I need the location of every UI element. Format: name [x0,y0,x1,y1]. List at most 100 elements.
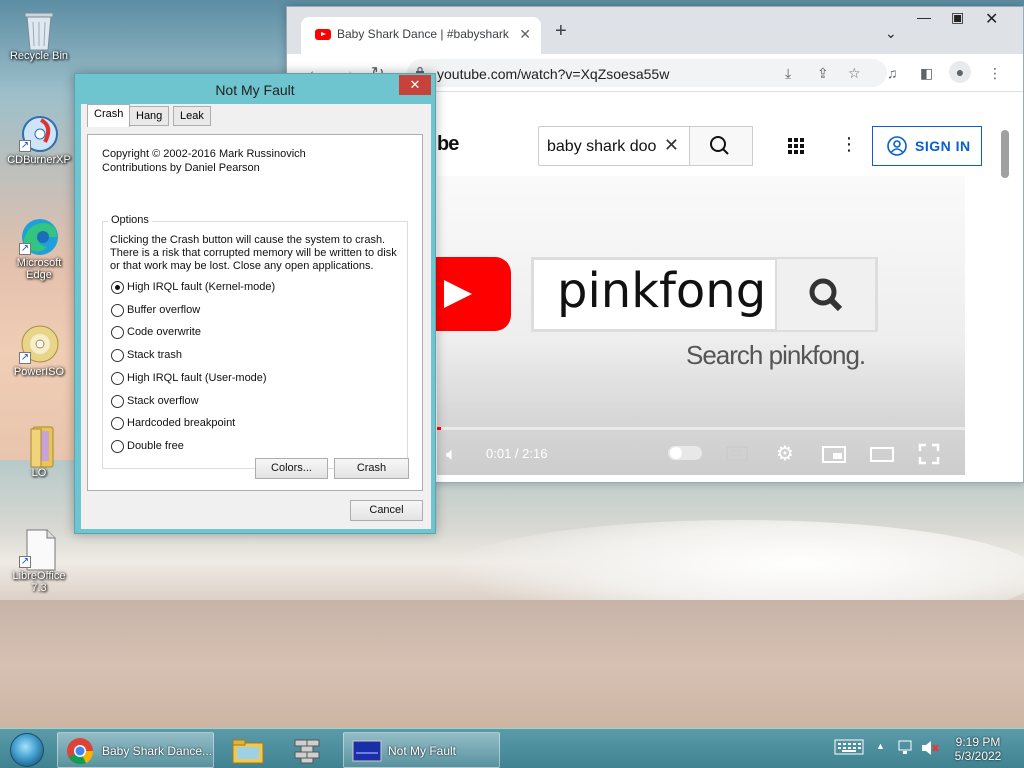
video-progress-bar[interactable] [437,427,965,430]
description-line-2: There is a risk that corrupted memory wi… [110,247,397,259]
autoplay-toggle-knob [670,447,682,459]
taskbar-item-app[interactable] [282,732,338,768]
video-progress-fill [437,427,442,430]
folder-icon [19,425,59,468]
youtube-search-button[interactable] [689,126,753,166]
maximize-icon[interactable]: ▣ [951,9,964,26]
bookmark-star-icon[interactable]: ☆ [848,65,861,82]
share-icon[interactable]: ⇪ [817,65,829,82]
taskbar-item-label: Baby Shark Dance... [102,744,213,758]
browser-tab[interactable]: Baby Shark Dance | #babyshark ✕ [301,17,541,54]
edge-icon: ↗ [19,215,59,255]
minimize-icon[interactable]: — [917,9,931,25]
tab-leak[interactable]: Leak [173,106,211,126]
desktop-icon-label: LibreOffice 7.3 [12,570,66,594]
taskbar-item-chrome[interactable]: Baby Shark Dance... [57,732,214,768]
clear-search-icon[interactable]: ✕ [664,135,679,156]
file-explorer-icon [232,739,264,764]
close-tab-icon[interactable]: ✕ [519,26,531,43]
desktop-icon-lo[interactable]: LO [3,425,75,479]
radio-dot [111,417,124,430]
sign-in-label: SIGN IN [915,138,971,154]
browser-tab-strip: Baby Shark Dance | #babyshark ✕ + ⌄ — ▣ … [287,7,1023,54]
youtube-play-logo-icon [436,257,511,331]
radio-dot [111,326,124,339]
taskbar-item-file-explorer[interactable] [220,732,276,768]
taskbar: Baby Shark Dance... Not My Fault ▲ 9:19 … [0,728,1024,768]
search-icon [710,136,729,155]
apps-grid-icon[interactable] [788,138,804,157]
copyright-text: Copyright © 2002-2016 Mark Russinovich [102,148,306,160]
desktop-icon-label: Microsoft Edge [16,257,62,281]
side-panel-icon[interactable]: ◧ [920,65,933,82]
close-dialog-icon[interactable]: ✕ [399,75,431,95]
libreoffice-icon: ↗ [19,528,59,571]
description-line-3: or that work may be lost. Close any open… [110,260,374,272]
clock-time: 9:19 PM [955,735,1001,749]
radio-dot [111,372,124,385]
network-icon[interactable] [897,739,915,760]
miniplayer-icon[interactable] [822,446,846,463]
youtube-logo-fragment[interactable]: be [437,133,459,156]
desktop-icon-poweriso[interactable]: ↗ PowerISO [3,324,75,378]
start-button[interactable] [10,733,44,767]
tab-hang[interactable]: Hang [129,106,170,126]
browser-menu-icon[interactable]: ⋮ [988,65,1002,82]
options-label: Options [108,214,152,226]
radio-dot [111,304,124,317]
crash-tab-panel: Copyright © 2002-2016 Mark Russinovich C… [87,134,423,491]
autoplay-toggle[interactable] [668,446,702,460]
tab-search-chevron-down-icon[interactable]: ⌄ [885,25,897,42]
youtube-search-input[interactable]: baby shark doo ✕ [538,126,690,166]
browser-tab-title: Baby Shark Dance | #babyshark [337,27,509,41]
profile-avatar-icon[interactable]: ● [949,61,971,83]
sign-in-button[interactable]: SIGN IN [872,126,982,166]
desktop-icon-libreoffice[interactable]: ↗ LibreOffice 7.3 [3,528,75,594]
pinkfong-text: pinkfong [557,263,767,319]
system-clock[interactable]: 9:19 PM 5/3/2022 [950,735,1006,763]
desktop-icon-recycle-bin[interactable]: Recycle Bin [3,8,75,62]
colors-button[interactable]: Colors... [255,458,328,479]
settings-more-icon[interactable]: ⋮ [840,134,858,155]
clock-date: 5/3/2022 [954,749,1002,763]
url-text[interactable]: youtube.com/watch?v=XqZsoesa55w [437,66,669,82]
install-app-icon[interactable]: ⤓ [785,65,791,82]
cdburnerxp-icon: ↗ [19,112,59,152]
chrome-icon [67,738,94,765]
captions-icon[interactable]: CC [726,446,748,461]
crash-button[interactable]: Crash [334,458,409,479]
pinkfong-search-button [775,259,875,330]
theater-mode-icon[interactable] [870,447,894,462]
description-line-1: Clicking the Crash button will cause the… [110,234,386,246]
media-controls-icon[interactable]: ♫ [887,65,898,81]
radio-dot [111,395,124,408]
show-hidden-icons-chevron-up-icon[interactable]: ▲ [876,741,885,751]
shortcut-arrow-icon: ↗ [19,243,31,255]
pinkfong-subtitle: Search pinkfong. [686,340,866,370]
youtube-search-value: baby shark doo [547,138,657,155]
settings-gear-icon[interactable]: ⚙ [776,441,794,466]
volume-muted-icon[interactable] [920,739,940,760]
dialog-client-area: Crash Hang Leak Copyright © 2002-2016 Ma… [81,104,431,529]
volume-icon[interactable]: 🔈︎ [446,444,457,465]
desktop-wallpaper-sand [0,600,1024,730]
touch-keyboard-icon[interactable] [834,739,864,758]
brick-wall-icon [294,739,320,764]
search-icon [809,278,843,312]
shortcut-arrow-icon: ↗ [19,352,31,364]
radio-dot [111,349,124,362]
desktop-icon-cdburnerxp[interactable]: ↗ CDBurnerXP [3,112,75,166]
tab-crash[interactable]: Crash [87,104,131,127]
not-my-fault-app-icon [352,740,382,762]
dialog-title: Not My Fault [215,82,295,98]
new-tab-button[interactable]: + [555,20,567,43]
cancel-button[interactable]: Cancel [350,500,423,521]
taskbar-item-not-my-fault[interactable]: Not My Fault [343,732,500,768]
close-window-icon[interactable]: ✕ [985,9,998,29]
fullscreen-icon[interactable] [918,443,940,468]
desktop-icon-microsoft-edge[interactable]: ↗ Microsoft Edge [3,215,75,281]
radio-dot [111,281,124,294]
page-scrollbar-thumb[interactable] [1001,130,1009,178]
video-time: 0:01 / 2:16 [486,446,548,461]
recycle-bin-icon [19,8,59,51]
